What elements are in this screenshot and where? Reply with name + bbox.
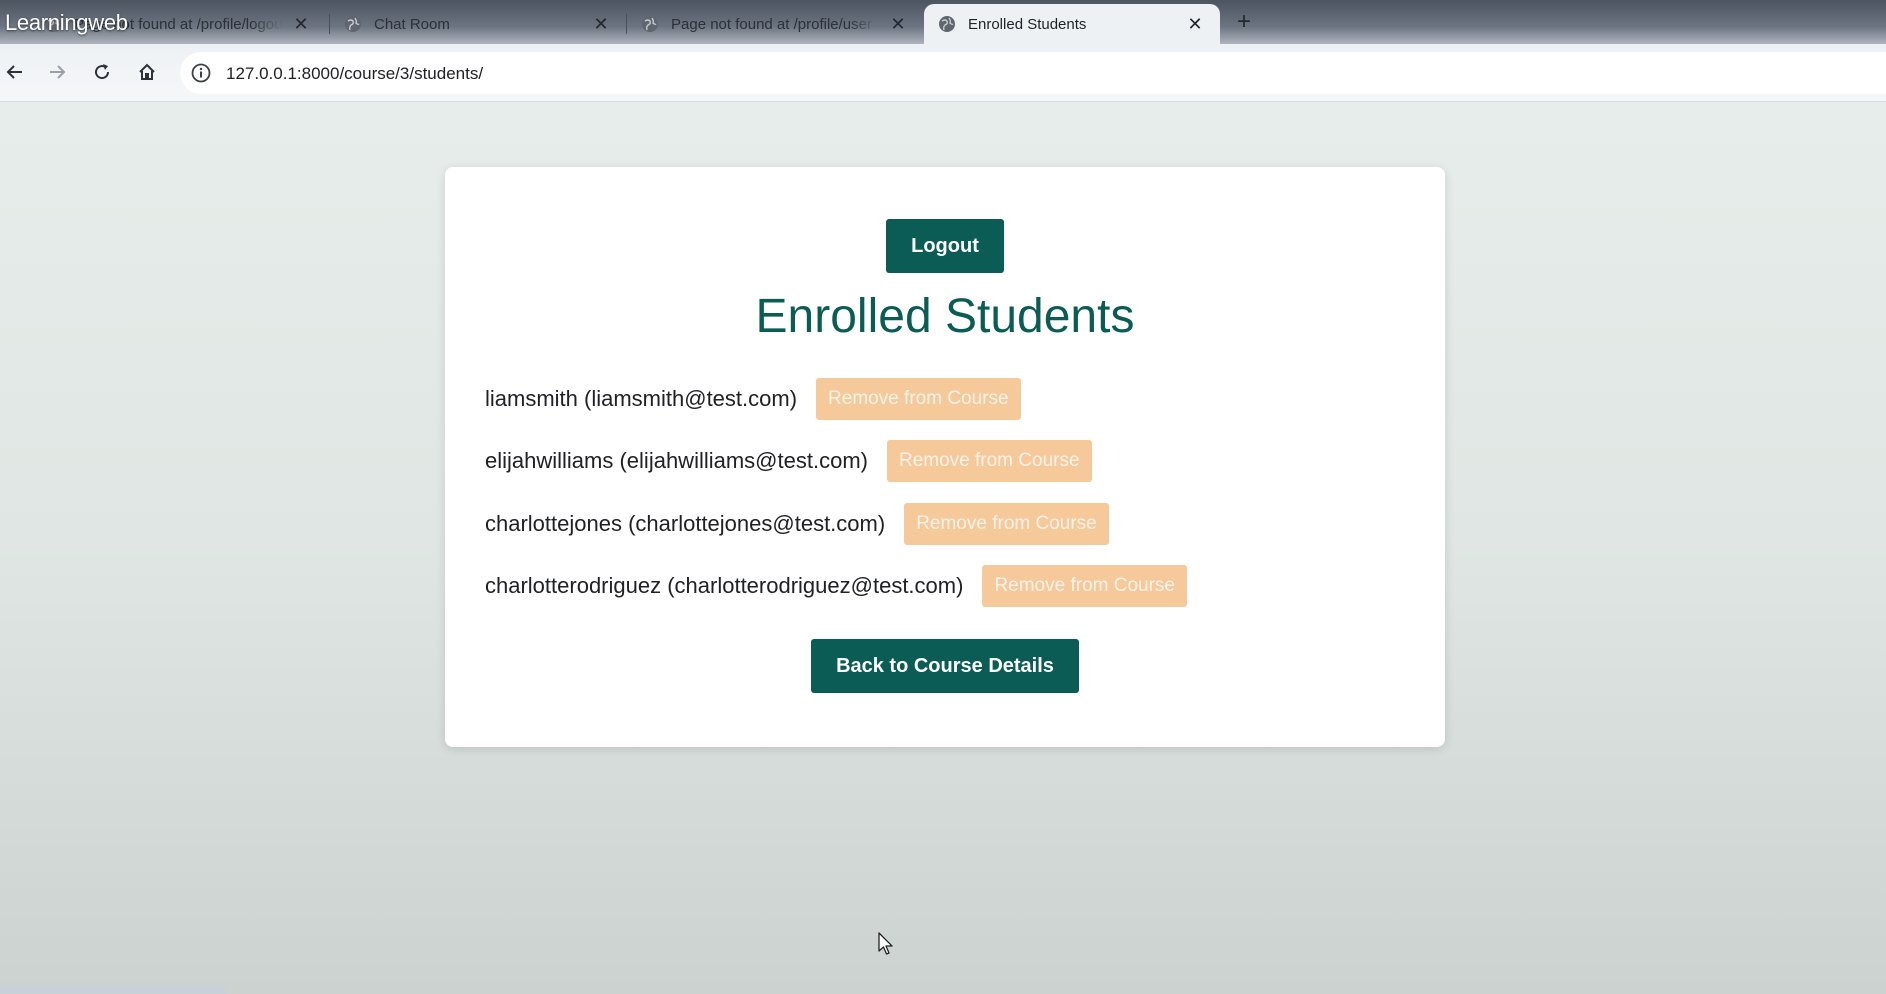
- tab-title: Chat Room: [374, 15, 450, 33]
- tab-strip: Learningweb Page not found at /profile/l…: [0, 0, 1886, 44]
- arrow-left-icon: [6, 65, 22, 79]
- remove-from-course-button[interactable]: Remove from Course: [982, 565, 1187, 607]
- tab-title: Page not found at /profile/user: [671, 15, 872, 33]
- logout-button[interactable]: Logout: [886, 219, 1004, 273]
- student-name: charlotterodriguez (charlotterodriguez@t…: [485, 573, 964, 598]
- page-title: Enrolled Students: [755, 290, 1135, 343]
- address-bar[interactable]: 127.0.0.1:8000/course/3/students/: [180, 52, 1886, 94]
- reload-button[interactable]: [87, 57, 117, 87]
- tab-chat-room[interactable]: Chat Room ✕: [330, 4, 626, 44]
- back-to-course-details-button[interactable]: Back to Course Details: [811, 639, 1079, 693]
- remove-from-course-button[interactable]: Remove from Course: [816, 378, 1021, 420]
- reload-icon: [95, 64, 110, 80]
- status-bar-fragment: [0, 986, 226, 994]
- student-name: elijahwilliams (elijahwilliams@test.com): [485, 448, 868, 473]
- tab-title: Enrolled Students: [968, 15, 1087, 33]
- url-text: 127.0.0.1:8000/course/3/students/: [226, 64, 484, 83]
- close-icon[interactable]: ✕: [887, 13, 909, 35]
- mouse-cursor-icon: [878, 932, 893, 955]
- list-item: elijahwilliams (elijahwilliams@test.com)…: [485, 439, 1092, 483]
- globe-icon: [642, 16, 658, 32]
- browser-toolbar: 127.0.0.1:8000/course/3/students/: [0, 44, 1886, 102]
- list-item: liamsmith (liamsmith@test.com) Remove fr…: [485, 377, 1021, 421]
- globe-icon: [345, 16, 361, 32]
- list-item: charlotterodriguez (charlotterodriguez@t…: [485, 564, 1187, 608]
- student-name: liamsmith (liamsmith@test.com): [485, 386, 798, 411]
- tab-enrolled-students[interactable]: Enrolled Students ✕: [924, 4, 1220, 44]
- channel-watermark: Learningweb: [5, 10, 128, 35]
- remove-from-course-button[interactable]: Remove from Course: [904, 503, 1109, 545]
- student-name: charlottejones (charlottejones@test.com): [485, 511, 886, 536]
- list-item: charlottejones (charlottejones@test.com)…: [485, 502, 1109, 546]
- new-tab-button[interactable]: +: [1230, 8, 1258, 36]
- forward-button[interactable]: [42, 57, 72, 87]
- arrow-right-icon: [50, 65, 66, 79]
- close-icon[interactable]: ✕: [1184, 13, 1206, 35]
- tab-page-not-found-user[interactable]: Page not found at /profile/user ✕: [627, 4, 923, 44]
- globe-icon: [939, 16, 955, 32]
- info-icon[interactable]: [190, 62, 212, 84]
- close-icon[interactable]: ✕: [290, 13, 312, 35]
- home-button[interactable]: [132, 57, 162, 87]
- close-icon[interactable]: ✕: [590, 13, 612, 35]
- enrolled-students-card: Logout Enrolled Students liamsmith (liam…: [445, 167, 1445, 747]
- remove-from-course-button[interactable]: Remove from Course: [886, 440, 1092, 482]
- back-button[interactable]: [0, 57, 30, 87]
- home-icon: [139, 63, 155, 80]
